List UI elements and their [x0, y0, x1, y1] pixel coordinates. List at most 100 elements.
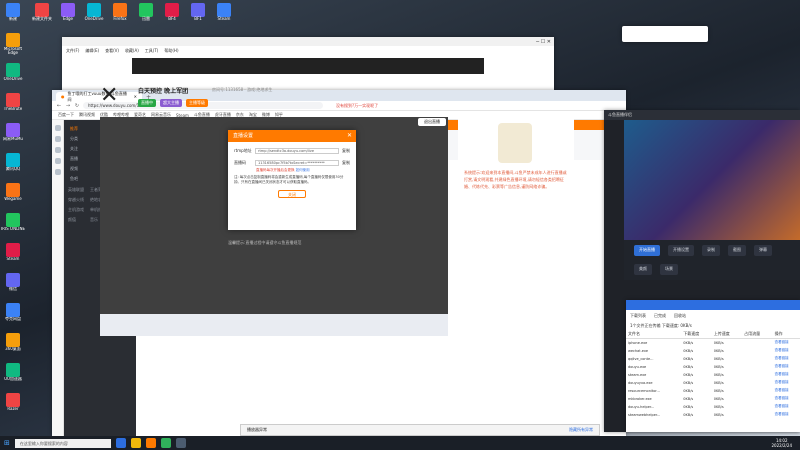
table-cell: 0KB/s — [683, 388, 694, 393]
table-row[interactable]: resourcemonitor... 0KB/s 0KB/s 查看链接 — [626, 387, 800, 395]
left-nav-category[interactable]: 英雄联盟 — [68, 187, 88, 193]
tray-widget[interactable] — [622, 26, 708, 42]
companion-action-button[interactable]: 弹幕 — [754, 245, 772, 256]
rtmp-field[interactable]: rtmp://sendtc3a.douyu.com/live — [255, 148, 339, 154]
back-icon[interactable]: ← — [56, 103, 62, 109]
sidebar-icon[interactable] — [54, 158, 61, 164]
menu-item[interactable]: 帮助(H) — [164, 48, 178, 54]
view-link[interactable]: 查看链接 — [773, 387, 800, 395]
sidebar-icon[interactable] — [54, 136, 61, 142]
view-link[interactable]: 查看链接 — [773, 339, 800, 347]
streamer-avatar[interactable]: ✕ — [100, 84, 130, 108]
companion-action-button[interactable]: 录制 — [702, 245, 720, 256]
companion-action-button[interactable]: 截图 — [728, 245, 746, 256]
table-row[interactable]: steam.exe 0KB/s 0KB/s 查看链接 — [626, 371, 800, 379]
view-link[interactable]: 查看链接 — [773, 403, 800, 411]
desktop-icon[interactable]: 微信 — [0, 270, 26, 300]
taskbar-search-input[interactable]: 在这里输入你要搜索的内容 — [14, 438, 111, 448]
left-nav-category[interactable]: 颜值 — [68, 217, 88, 223]
how-to-link[interactable]: 如何使用 — [296, 168, 310, 172]
taskbar-clock[interactable]: 14:02 2022/2/24 — [771, 438, 792, 448]
start-icon[interactable]: ⊞ — [4, 439, 10, 447]
download-tab[interactable]: 下载列表 — [630, 313, 646, 319]
table-row[interactable]: douyuyxa.exe 0KB/s 0KB/s 查看链接 — [626, 379, 800, 387]
companion-action-button[interactable]: 开始直播 — [634, 245, 660, 256]
desktop-icon[interactable]: Microsoft Edge — [0, 30, 26, 60]
menu-item[interactable]: 文件(F) — [66, 48, 79, 54]
view-link[interactable]: 查看链接 — [773, 363, 800, 371]
desktop-icon[interactable]: 腾讯QQ — [0, 150, 26, 180]
view-link[interactable]: 查看链接 — [773, 411, 800, 419]
copy-rtmp-button[interactable]: 复制 — [342, 148, 350, 154]
download-summary: 1个文件正在传输 下载速度: 0KB/s — [630, 323, 692, 328]
window-controls[interactable]: ─ ☐ ✕ — [536, 39, 551, 45]
close-button[interactable]: 关闭 — [278, 190, 306, 198]
explorer-titlebar[interactable]: ─ ☐ ✕ — [62, 37, 554, 46]
table-cell: 0KB/s — [713, 396, 724, 401]
download-tab[interactable]: 回收站 — [674, 313, 686, 319]
desktop-icon-label: 360桌面 — [5, 347, 21, 351]
companion-action-button[interactable]: 美颜 — [634, 264, 652, 275]
bookmark-item[interactable]: 百度一下 — [58, 112, 74, 118]
taskbar-app-icon[interactable] — [115, 438, 126, 448]
download-manager-window[interactable]: 下载列表 已完成 回收站 1个文件正在传输 下载速度: 0KB/s 文件名 下载速度上… — [626, 300, 800, 432]
desktop-icon[interactable]: Razer — [0, 390, 26, 420]
table-row[interactable]: douyu-helper... 0KB/s 0KB/s 查看链接 — [626, 403, 800, 411]
view-link[interactable]: 查看链接 — [773, 347, 800, 355]
desktop-icon[interactable]: UU加速器 — [0, 360, 26, 390]
desktop-icon[interactable]: Edge — [56, 0, 80, 30]
refresh-icon[interactable]: ↻ — [74, 103, 80, 109]
sidebar-icon[interactable] — [54, 125, 61, 131]
table-row[interactable]: steamwebhelper... 0KB/s 0KB/s 查看链接 — [626, 411, 800, 419]
taskbar-app-icon[interactable] — [130, 438, 141, 448]
view-link[interactable]: 查看链接 — [773, 371, 800, 379]
explorer-window[interactable]: ─ ☐ ✕ 文件(F) 编辑(E) 查看(V) 收藏(A) 工具(T) 帮助(H) — [62, 37, 554, 91]
download-tab[interactable]: 已完成 — [654, 313, 666, 319]
desktop-icon[interactable]: 新建 — [0, 0, 26, 30]
desktop-icon[interactable]: BF1 — [186, 0, 210, 30]
taskbar-app-icon[interactable] — [145, 438, 156, 448]
view-link[interactable]: 查看链接 — [773, 355, 800, 363]
desktop-icon[interactable]: BF4 — [160, 0, 184, 30]
desktop-icon[interactable]: Steam — [0, 240, 26, 270]
view-link[interactable]: 查看链接 — [773, 379, 800, 387]
taskbar-app-icon[interactable] — [175, 438, 186, 448]
desktop-icon[interactable]: Steam — [212, 0, 236, 30]
desktop-icon[interactable]: OneDrive — [82, 0, 106, 30]
desktop-icon[interactable]: IRIS ONLINE — [0, 210, 26, 240]
sidebar-icon[interactable] — [54, 147, 61, 153]
desktop-icon[interactable]: OneDrive — [0, 60, 26, 90]
table-row[interactable]: mkbroker.exe 0KB/s 0KB/s 查看链接 — [626, 395, 800, 403]
desktop-icon[interactable]: 新建文件夹 — [30, 0, 54, 30]
table-row[interactable]: iphone.exe 0KB/s 0KB/s 查看链接 — [626, 339, 800, 347]
hide-notifications-link[interactable]: 隐藏所有异常 — [569, 427, 593, 433]
sidebar-icon[interactable] — [54, 169, 61, 175]
menu-item[interactable]: 工具(T) — [145, 48, 159, 54]
menu-item[interactable]: 查看(V) — [105, 48, 119, 54]
close-icon[interactable]: ✕ — [347, 130, 352, 142]
code-field[interactable]: 11316580pc7f5b?txSecret=********** — [255, 160, 339, 166]
table-row[interactable]: douyu.exe 0KB/s 0KB/s 查看链接 — [626, 363, 800, 371]
companion-action-button[interactable]: 开播设置 — [668, 245, 694, 256]
desktop-icon[interactable]: Firefox — [108, 0, 132, 30]
forward-icon[interactable]: → — [65, 103, 71, 109]
view-link[interactable]: 查看链接 — [773, 395, 800, 403]
left-nav-category[interactable]: 穿越火线 — [68, 197, 88, 203]
table-row[interactable]: qqlive_conte... 0KB/s 0KB/s 查看链接 — [626, 355, 800, 363]
bookmark-item[interactable]: 腾讯视频 — [79, 112, 95, 118]
desktop-icon[interactable]: Wegame — [0, 180, 26, 210]
desktop-icon[interactable]: 网易MuMu — [0, 120, 26, 150]
companion-action-button[interactable]: 场景 — [660, 264, 678, 275]
table-row[interactable]: wechat.exe 0KB/s 0KB/s 查看链接 — [626, 347, 800, 355]
menu-item[interactable]: 编辑(E) — [85, 48, 99, 54]
desktop-icon[interactable]: 360桌面 — [0, 330, 26, 360]
desktop-icon[interactable]: TheBrute — [0, 90, 26, 120]
left-nav-category[interactable]: 主机游戏 — [68, 207, 88, 213]
desktop-icon[interactable]: 夸克网盘 — [0, 300, 26, 330]
gift-bar[interactable] — [100, 314, 448, 336]
menu-item[interactable]: 收藏(A) — [125, 48, 139, 54]
exit-live-button[interactable]: 退出直播 — [418, 118, 446, 126]
taskbar-app-icon[interactable] — [160, 438, 171, 448]
desktop-icon[interactable]: 迅雷 — [134, 0, 158, 30]
copy-code-button[interactable]: 复制 — [342, 160, 350, 166]
